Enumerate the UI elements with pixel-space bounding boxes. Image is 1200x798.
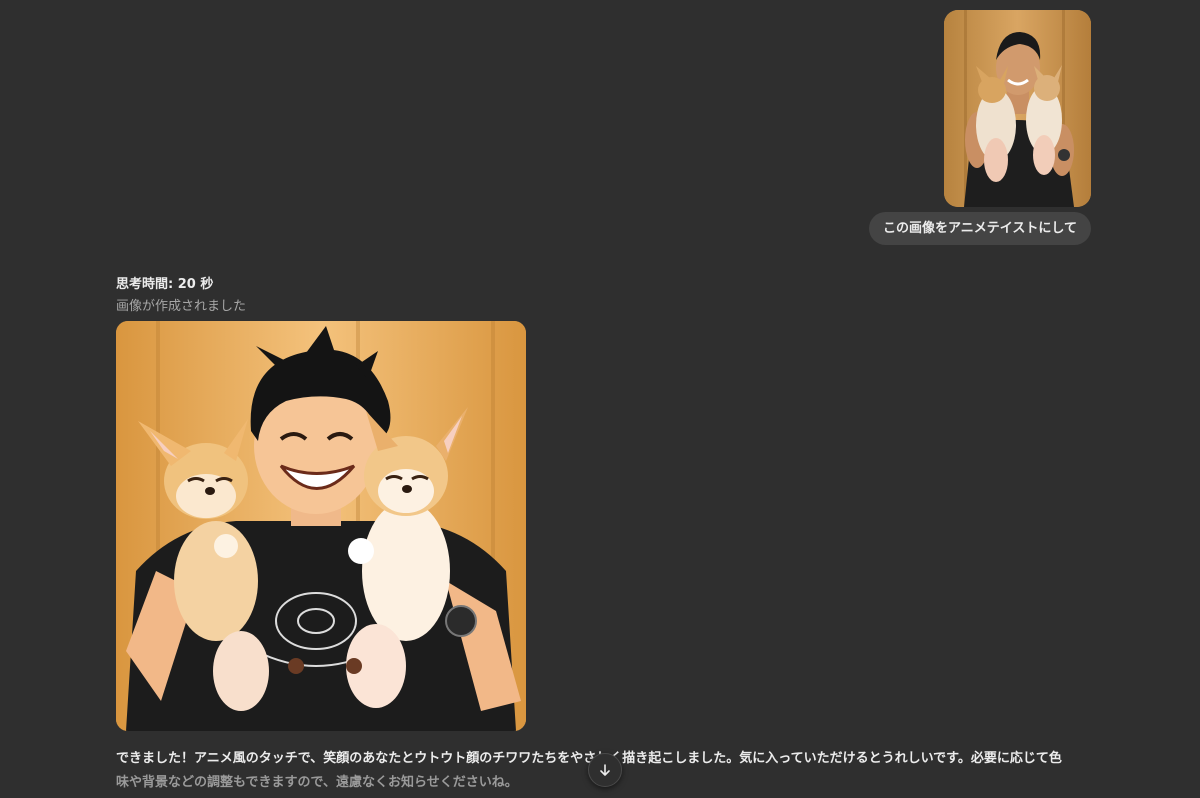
generated-image[interactable] [116,321,526,731]
photo-thumbnail-icon [944,10,1091,207]
user-message-bubble: この画像をアニメテイストにして [869,212,1091,245]
user-message-text: この画像をアニメテイストにして [883,221,1077,236]
image-created-status: 画像が作成されました [116,299,247,314]
user-uploaded-photo[interactable] [944,10,1091,207]
generated-anime-image-icon [116,321,526,731]
arrow-down-icon [600,764,610,776]
thinking-time-toggle[interactable]: 思考時間: 20 秒 [116,273,213,292]
chat-view: この画像をアニメテイストにして 思考時間: 20 秒 画像が作成されました でき… [0,0,1200,798]
scroll-to-bottom-button[interactable] [588,753,622,787]
